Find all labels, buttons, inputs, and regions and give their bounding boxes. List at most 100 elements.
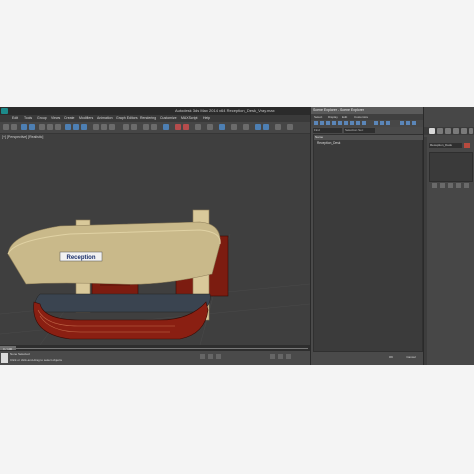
maximize-icon[interactable] bbox=[287, 124, 293, 130]
filter-cameras-icon[interactable] bbox=[332, 121, 336, 125]
menu-rendering[interactable]: Rendering bbox=[140, 115, 156, 122]
configure-sets-icon[interactable] bbox=[464, 183, 469, 188]
snap-icon[interactable] bbox=[93, 124, 99, 130]
redo-icon[interactable] bbox=[11, 124, 17, 130]
desk-top bbox=[35, 293, 211, 313]
menu-graph-editors[interactable]: Graph Editors bbox=[116, 115, 138, 122]
select-icon[interactable] bbox=[39, 124, 45, 130]
reception-desk-model: Reception bbox=[0, 209, 310, 345]
link-icon[interactable] bbox=[21, 124, 27, 130]
menu-tools[interactable]: Tools bbox=[24, 115, 32, 122]
filter-groups-icon[interactable] bbox=[350, 121, 354, 125]
schematic-icon[interactable] bbox=[195, 124, 201, 130]
modify-tab-icon[interactable] bbox=[437, 128, 443, 134]
modifier-stack[interactable] bbox=[429, 152, 473, 182]
lock-cell-icon[interactable] bbox=[406, 121, 410, 125]
sync-selection-icon[interactable] bbox=[400, 121, 404, 125]
percent-snap-icon[interactable] bbox=[109, 124, 115, 130]
play-icon[interactable] bbox=[208, 354, 213, 359]
app-logo-icon[interactable] bbox=[1, 108, 8, 114]
invert-selection-icon[interactable] bbox=[386, 121, 390, 125]
pan-icon[interactable] bbox=[255, 124, 261, 130]
create-tab-icon[interactable] bbox=[429, 128, 435, 134]
explorer-settings-icon[interactable] bbox=[412, 121, 416, 125]
hierarchy-tab-icon[interactable] bbox=[445, 128, 451, 134]
maximize-viewport-icon[interactable] bbox=[286, 354, 291, 359]
menu-customize[interactable]: Customize bbox=[160, 115, 177, 122]
perspective-viewport[interactable]: [+] [Perspective] [Realistic] Reception bbox=[0, 134, 310, 345]
scene-object-list[interactable]: Name Reception_Desk bbox=[313, 134, 423, 352]
time-slider-handle[interactable]: 0 / 100 bbox=[0, 346, 16, 351]
list-item[interactable]: Reception_Desk bbox=[317, 141, 340, 146]
main-toolbar bbox=[0, 122, 310, 134]
name-column-header[interactable]: Name bbox=[314, 135, 423, 140]
select-all-icon[interactable] bbox=[374, 121, 378, 125]
menu-animation[interactable]: Animation bbox=[97, 115, 113, 122]
remove-modifier-icon[interactable] bbox=[456, 183, 461, 188]
zoom-extents-icon[interactable] bbox=[270, 354, 275, 359]
filter-lights-icon[interactable] bbox=[326, 121, 330, 125]
frame-buffer-icon[interactable] bbox=[219, 124, 225, 130]
teapot-icon[interactable] bbox=[231, 124, 237, 130]
filter-xrefs-icon[interactable] bbox=[356, 121, 360, 125]
pin-stack-icon[interactable] bbox=[432, 183, 437, 188]
curve-editor-icon[interactable] bbox=[151, 124, 157, 130]
angle-snap-icon[interactable] bbox=[101, 124, 107, 130]
cancel-button[interactable]: Cancel bbox=[401, 354, 421, 360]
region-select-icon[interactable] bbox=[55, 124, 61, 130]
orbit-icon[interactable] bbox=[263, 124, 269, 130]
rotate-icon[interactable] bbox=[73, 124, 79, 130]
environment-icon[interactable] bbox=[207, 124, 213, 130]
object-color-swatch[interactable] bbox=[464, 143, 470, 148]
menu-views[interactable]: Views bbox=[51, 115, 60, 122]
menu-maxscript[interactable]: MAXScript bbox=[181, 115, 198, 122]
track-bar[interactable] bbox=[16, 348, 308, 349]
maxscript-listener[interactable] bbox=[1, 353, 8, 363]
next-frame-icon[interactable] bbox=[216, 354, 221, 359]
selection-set-field[interactable]: Selection Set: bbox=[344, 128, 375, 133]
display-tab-icon[interactable] bbox=[461, 128, 467, 134]
render-icon[interactable] bbox=[183, 124, 189, 130]
align-icon[interactable] bbox=[131, 124, 137, 130]
layer-icon[interactable] bbox=[143, 124, 149, 130]
object-name-field[interactable]: Reception_Desk bbox=[429, 143, 462, 148]
filter-geometry-icon[interactable] bbox=[314, 121, 318, 125]
key-mode-icon[interactable] bbox=[200, 354, 205, 359]
mirror-icon[interactable] bbox=[123, 124, 129, 130]
select-by-name-icon[interactable] bbox=[47, 124, 53, 130]
menu-edit[interactable]: Edit bbox=[12, 115, 18, 122]
settings-icon[interactable] bbox=[243, 124, 249, 130]
move-icon[interactable] bbox=[65, 124, 71, 130]
select-none-icon[interactable] bbox=[380, 121, 384, 125]
scale-icon[interactable] bbox=[81, 124, 87, 130]
zoom-icon[interactable] bbox=[275, 124, 281, 130]
show-end-result-icon[interactable] bbox=[440, 183, 445, 188]
filter-helpers-icon[interactable] bbox=[338, 121, 342, 125]
command-panel: Reception_Desk bbox=[423, 107, 474, 365]
utilities-tab-icon[interactable] bbox=[469, 128, 473, 134]
prompt-line: Click or click-and-drag to select object… bbox=[10, 358, 63, 362]
unlink-icon[interactable] bbox=[29, 124, 35, 130]
motion-tab-icon[interactable] bbox=[453, 128, 459, 134]
menu-bar: Edit Tools Group Views Create Modifiers … bbox=[0, 115, 310, 122]
app-window: Autodesk 3ds Max 2014 x64 Reception_Desk… bbox=[0, 107, 474, 365]
menu-group[interactable]: Group bbox=[37, 115, 47, 122]
command-panel-scroll[interactable] bbox=[424, 137, 427, 365]
menu-help[interactable]: Help bbox=[203, 115, 210, 122]
undo-icon[interactable] bbox=[3, 124, 9, 130]
make-unique-icon[interactable] bbox=[448, 183, 453, 188]
filter-shapes-icon[interactable] bbox=[320, 121, 324, 125]
render-setup-icon[interactable] bbox=[175, 124, 181, 130]
filter-spacewarps-icon[interactable] bbox=[344, 121, 348, 125]
ok-button[interactable]: OK bbox=[381, 354, 401, 360]
window-title: Autodesk 3ds Max 2014 x64 Reception_Desk… bbox=[175, 108, 275, 113]
material-editor-icon[interactable] bbox=[163, 124, 169, 130]
scene-explorer: Scene Explorer - Scene Explorer Select D… bbox=[310, 107, 423, 365]
roof-canopy bbox=[7, 221, 221, 285]
filter-bones-icon[interactable] bbox=[362, 121, 366, 125]
menu-create[interactable]: Create bbox=[64, 115, 75, 122]
field-of-view-icon[interactable] bbox=[278, 354, 283, 359]
menu-modifiers[interactable]: Modifiers bbox=[79, 115, 93, 122]
find-field[interactable]: Find bbox=[313, 128, 342, 133]
reception-sign-text: Reception bbox=[66, 255, 95, 261]
